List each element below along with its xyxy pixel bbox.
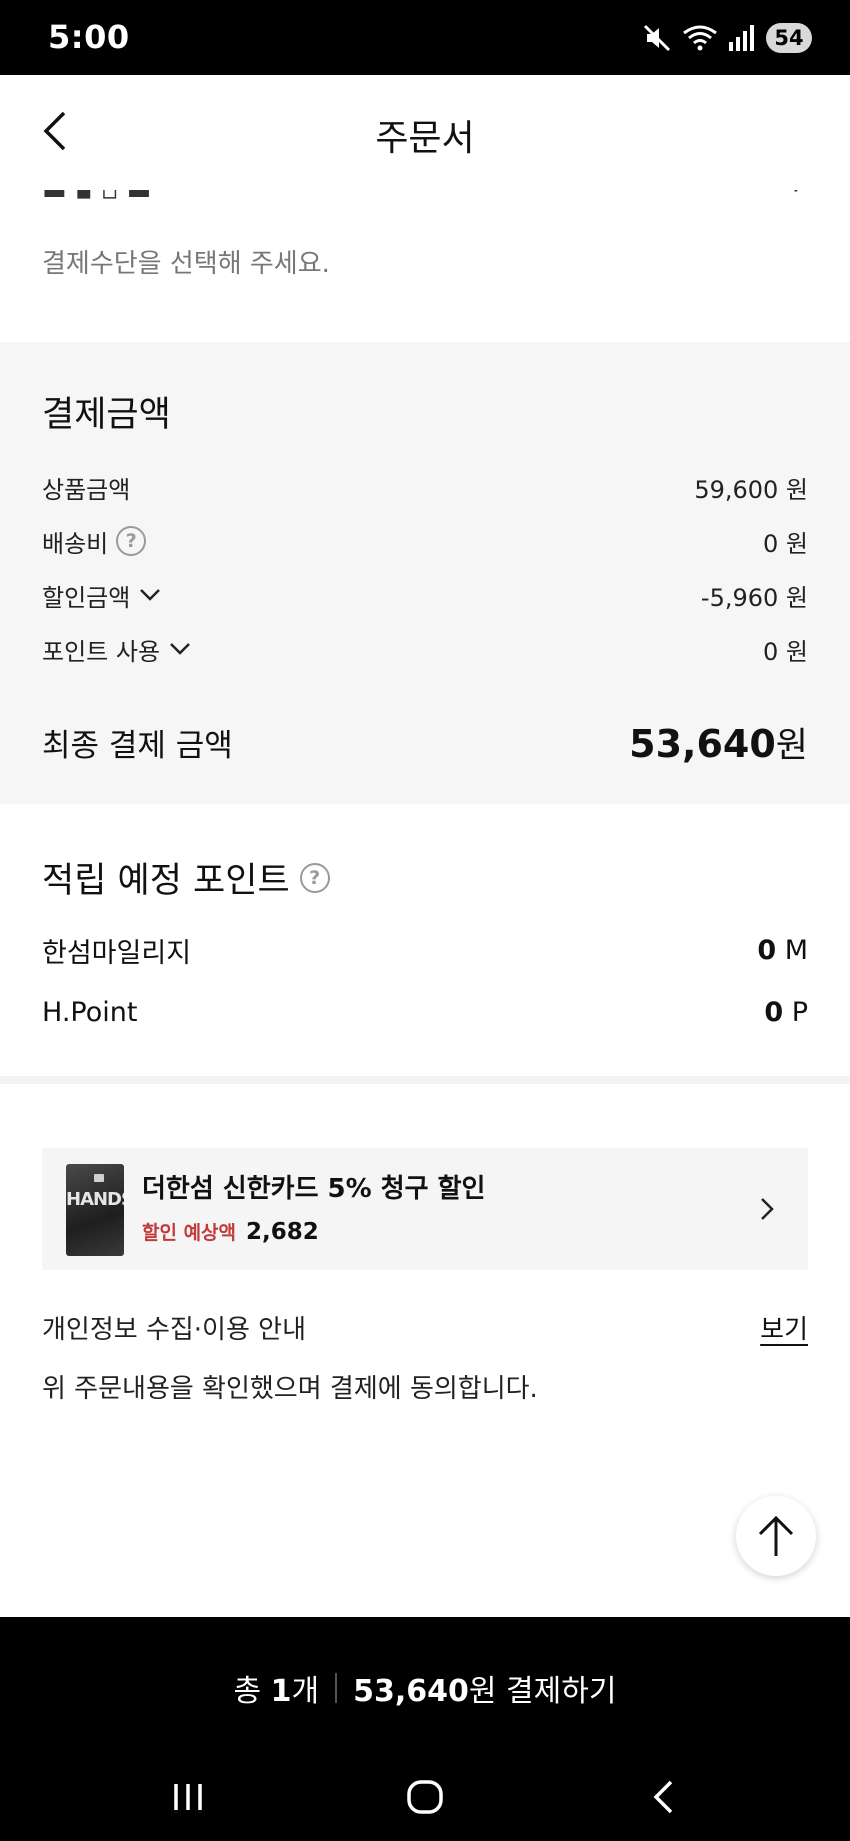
system-nav-bar bbox=[0, 1767, 850, 1827]
card-image-text: HANDSOME bbox=[66, 1189, 124, 1210]
arrow-up-icon bbox=[758, 1515, 794, 1556]
card-promo-sub: 할인 예상액 2,682 bbox=[142, 1218, 319, 1245]
bottom-bar: 총 1개 53,640원 결제하기 bbox=[0, 1617, 850, 1841]
privacy-row: 개인정보 수집·이용 안내 보기 bbox=[42, 1305, 808, 1349]
card-chip bbox=[94, 1174, 104, 1182]
discount-amount-value: -5,960 원 bbox=[700, 583, 808, 612]
payment-method-cut-chevron: · bbox=[792, 190, 800, 202]
system-back-button[interactable] bbox=[633, 1777, 693, 1817]
final-amount-unit: 원 bbox=[775, 725, 808, 766]
checkout-separator bbox=[335, 1673, 338, 1703]
payment-method-cut-text: ▬ ▪ ▫ ▬ bbox=[42, 190, 151, 202]
credit-card-image: HANDSOME bbox=[66, 1164, 124, 1256]
point-usage-label: 포인트 사용 bbox=[42, 637, 161, 666]
discount-amount-row[interactable]: 할인금액 -5,960 원 bbox=[42, 576, 808, 614]
recent-apps-icon bbox=[174, 1784, 202, 1810]
question-circle-icon[interactable]: ? bbox=[116, 526, 147, 556]
checkout-button[interactable]: 총 1개 53,640원 결제하기 bbox=[0, 1663, 850, 1713]
shipping-fee-value: 0 원 bbox=[763, 529, 808, 558]
shipping-fee-label-group: 배송비 ? bbox=[42, 524, 147, 559]
chevron-right-icon[interactable] bbox=[752, 1192, 782, 1226]
hpoint-row: H.Point 0 P bbox=[42, 990, 808, 1034]
agreement-text: 위 주문내용을 확인했으며 결제에 동의합니다. bbox=[42, 1374, 538, 1404]
chevron-down-icon[interactable] bbox=[138, 583, 162, 607]
final-amount-row: 최종 결제 금액 53,640원 bbox=[42, 712, 808, 772]
privacy-view-link[interactable]: 보기 bbox=[760, 1309, 808, 1346]
question-circle-icon[interactable]: ? bbox=[299, 862, 330, 893]
chevron-down-icon[interactable] bbox=[168, 637, 192, 661]
status-bar: 5:00 54 bbox=[0, 0, 850, 75]
status-icons: 54 bbox=[642, 20, 812, 56]
privacy-label: 개인정보 수집·이용 안내 bbox=[42, 1314, 306, 1345]
payment-method-row-cut: ▬ ▪ ▫ ▬ · bbox=[0, 190, 850, 202]
final-amount: 53,640원 bbox=[629, 717, 808, 768]
points-title: 적립 예정 포인트 bbox=[42, 861, 290, 901]
points-title-group: 적립 예정 포인트 ? bbox=[42, 852, 330, 903]
payment-amount-title: 결제금액 bbox=[42, 395, 171, 435]
home-button[interactable] bbox=[395, 1777, 455, 1817]
hpoint-value: 0 P bbox=[764, 996, 808, 1028]
product-amount-label: 상품금액 bbox=[42, 475, 131, 504]
status-time: 5:00 bbox=[48, 18, 130, 56]
discount-amount-label: 할인금액 bbox=[42, 583, 131, 612]
signal-icon bbox=[729, 25, 754, 51]
mileage-value: 0 M bbox=[757, 934, 808, 966]
battery-indicator: 54 bbox=[766, 23, 812, 53]
mileage-label: 한섬마일리지 bbox=[42, 937, 192, 969]
product-amount-row: 상품금액 59,600 원 bbox=[42, 468, 808, 506]
wifi-icon bbox=[683, 25, 717, 51]
page-title: 주문서 bbox=[375, 118, 475, 159]
point-usage-row[interactable]: 포인트 사용 0 원 bbox=[42, 630, 808, 668]
payment-amount-section: 결제금액 상품금액 59,600 원 배송비 ? 0 원 할인금액 -5,960… bbox=[0, 342, 850, 804]
payment-method-hint[interactable]: 결제수단을 선택해 주세요. bbox=[42, 243, 330, 280]
card-discount-value: 2,682 bbox=[246, 1219, 319, 1245]
section-divider bbox=[0, 1076, 850, 1084]
point-usage-value: 0 원 bbox=[763, 637, 808, 666]
points-section: 적립 예정 포인트 ? 한섬마일리지 0 M H.Point 0 P bbox=[0, 804, 850, 1076]
back-icon bbox=[653, 1780, 673, 1814]
mute-icon bbox=[643, 24, 671, 52]
home-icon bbox=[407, 1780, 443, 1814]
app-header: 주문서 bbox=[0, 75, 850, 190]
point-usage-label-group[interactable]: 포인트 사용 bbox=[42, 632, 192, 667]
shipping-fee-row: 배송비 ? 0 원 bbox=[42, 522, 808, 560]
discount-amount-label-group[interactable]: 할인금액 bbox=[42, 578, 162, 613]
scroll-top-button[interactable] bbox=[736, 1496, 816, 1576]
mileage-row: 한섬마일리지 0 M bbox=[42, 928, 808, 972]
recent-apps-button[interactable] bbox=[158, 1777, 218, 1817]
final-amount-label: 최종 결제 금액 bbox=[42, 727, 233, 764]
final-amount-value: 53,640 bbox=[629, 721, 776, 766]
card-promo-title: 더한섬 신한카드 5% 청구 할인 bbox=[142, 1174, 486, 1204]
card-promo-banner[interactable]: HANDSOME 더한섬 신한카드 5% 청구 할인 할인 예상액 2,682 bbox=[42, 1148, 808, 1270]
checkout-amount: 53,640원 결제하기 bbox=[353, 1674, 617, 1709]
checkout-count: 총 1개 bbox=[233, 1674, 320, 1709]
shipping-fee-label: 배송비 bbox=[42, 529, 109, 558]
card-discount-label: 할인 예상액 bbox=[142, 1222, 237, 1244]
product-amount-value: 59,600 원 bbox=[694, 475, 808, 504]
hpoint-label: H.Point bbox=[42, 996, 138, 1028]
